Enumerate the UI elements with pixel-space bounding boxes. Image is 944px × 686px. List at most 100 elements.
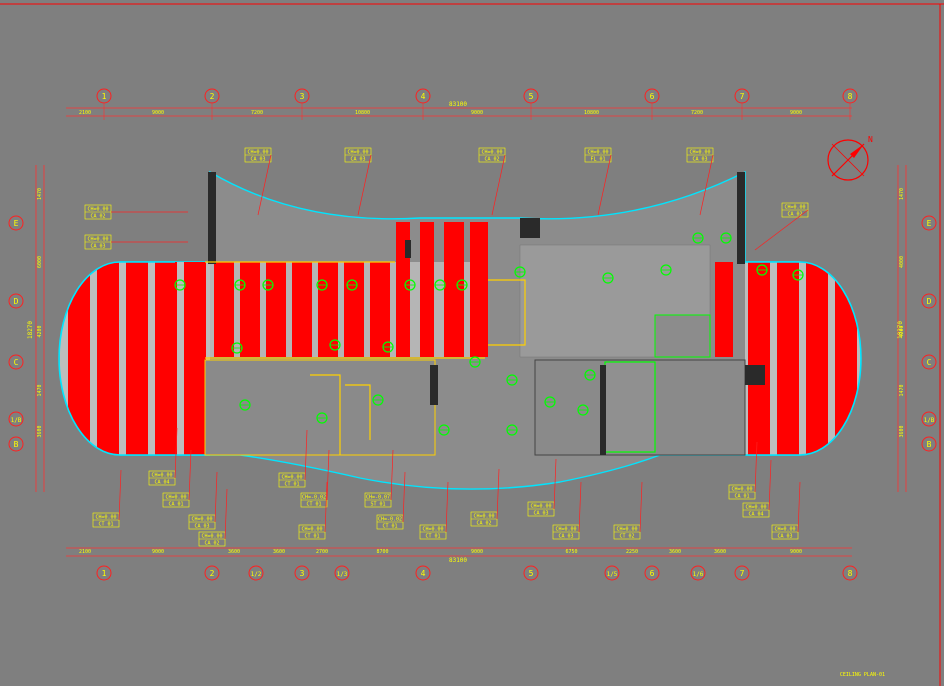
ceiling-height-tag: CH=0.00CA 03 (771, 481, 801, 540)
grid-bubble-bottom: 6 (644, 565, 660, 581)
grid-bubble-top: 5 (523, 88, 539, 104)
tag-code: CA 02 (484, 157, 499, 163)
grid-bubble-bottom: 7 (734, 565, 750, 581)
grid-label: 3 (300, 92, 305, 101)
grid-label: E (14, 219, 19, 228)
tag-code: CA 01 (734, 494, 749, 500)
grid-label: B (927, 440, 932, 449)
dim-left-text: 1470 (37, 188, 43, 200)
tag-height: CH=0.00 (555, 527, 576, 533)
grid-bubble-left: 1/B (8, 411, 24, 427)
tag-height: CH=0.00 (281, 475, 302, 481)
grid-label: 1 (102, 92, 107, 101)
tag-code: CA 02 (90, 214, 105, 220)
dim-bottom-text: 6750 (565, 549, 577, 555)
grid-bubble-right: D (921, 293, 937, 309)
grid-bubble-top: 8 (842, 88, 858, 104)
tag-height: CH=0.00 (87, 207, 108, 213)
grid-bubble-bottom: 8 (842, 565, 858, 581)
grid-bubble-bottom: 1/3 (334, 565, 350, 581)
grid-bubble-bottom: 1/2 (248, 565, 264, 581)
dim-top-text: 9000 (152, 110, 164, 116)
grid-label: 6 (650, 92, 655, 101)
dim-bottom-text: 3600 (669, 549, 681, 555)
tag-code: CA 02 (476, 521, 491, 527)
dim-bottom-text: 2100 (79, 549, 91, 555)
tag-code: CA 02 (204, 541, 219, 547)
grid-bubble-right: B (921, 436, 937, 452)
grid-bubble-top: 4 (415, 88, 431, 104)
ceiling-height-tag: CH=0.00FL 01 (584, 147, 612, 216)
tag-height: CH=-0.07 (366, 495, 390, 501)
grid-label: 3 (300, 569, 305, 578)
tag-height: CH=0.00 (689, 150, 710, 156)
tag-height: CH=0.00 (616, 527, 637, 533)
dim-left-text: 3600 (37, 425, 43, 437)
tag-code: CA 03 (250, 157, 265, 163)
tag-height: CH=-0.02 (302, 495, 326, 501)
overall-dimension-top: 83100 (449, 101, 467, 108)
dim-right-text: 1470 (899, 384, 905, 396)
dim-left-text: 6000 (37, 256, 43, 268)
tag-height: CH=0.00 (473, 514, 494, 520)
tag-height: CH=0.00 (151, 473, 172, 479)
tag-code: CA 04 (748, 512, 763, 518)
dim-right-text: 3600 (899, 425, 905, 437)
ceiling-height-tag: CH=0.00CA 03 (84, 234, 188, 250)
ceiling-height-tag: CH=0.00CA 02 (754, 202, 809, 251)
tag-code: CT 01 (98, 522, 113, 528)
dim-top-text: 2100 (79, 110, 91, 116)
ceiling-height-tag: CH=0.00CT 02 (613, 481, 643, 540)
dim-bottom-text: 2700 (316, 549, 328, 555)
overall-dimension-bottom: 83100 (449, 557, 467, 564)
ceiling-plan-drawing: 1 2 3 4 5 6 7 8 1 2 1/2 3 1/3 4 5 1/5 6 1/6 7 8 E D C 1/B B E D… (0, 3, 944, 686)
tag-height: CH=0.00 (201, 534, 222, 540)
grid-label: 5 (529, 569, 534, 578)
stair-room (654, 314, 711, 358)
tag-height: CH=0.00 (191, 517, 212, 523)
green-room (604, 361, 656, 453)
grid-bubble-left: D (8, 293, 24, 309)
grid-label: 6 (650, 569, 655, 578)
dim-bottom-text: 3600 (714, 549, 726, 555)
dim-top-text: 9000 (790, 110, 802, 116)
right-lobe-ceiling-stripes (745, 262, 861, 455)
tag-code: CA 03 (777, 534, 792, 540)
dim-bottom-text: 2250 (626, 549, 638, 555)
grid-label: 1/B (11, 417, 22, 424)
grid-label: 1/5 (607, 571, 618, 578)
grid-bubble-right: 1/B (921, 411, 937, 427)
grid-label: C (927, 358, 932, 367)
ceiling-height-tag: CH=0.00CT 01 (92, 469, 122, 528)
grid-label: 8 (848, 569, 853, 578)
dim-bottom-text: 3600 (228, 549, 240, 555)
grid-bubbles-left: E D C 1/B B (8, 215, 24, 452)
grid-label: 4 (421, 569, 426, 578)
grid-bubble-bottom: 3 (294, 565, 310, 581)
grid-bubble-bottom: 2 (204, 565, 220, 581)
tag-height: CH=0.00 (745, 505, 766, 511)
tag-height: CH=0.00 (481, 150, 502, 156)
left-lobe-ceiling-stripes (60, 262, 210, 455)
tag-height: CH=0.00 (95, 515, 116, 521)
grid-label: E (927, 219, 932, 228)
tag-code: CT 01 (425, 534, 440, 540)
dim-right-total: 18270 (897, 321, 904, 339)
dim-top-text: 10800 (584, 110, 599, 116)
tag-code: CT 02 (619, 534, 634, 540)
lower-rooms-left (204, 359, 436, 456)
north-arrow: N (827, 135, 873, 181)
grid-label: 2 (210, 92, 215, 101)
grid-bubble-left: E (8, 215, 24, 231)
tag-height: CH=0.00 (301, 527, 322, 533)
dim-right-text: 1470 (899, 188, 905, 200)
grid-label: 2 (210, 569, 215, 578)
tag-code: CT 01 (304, 534, 319, 540)
grid-bubble-top: 2 (204, 88, 220, 104)
tag-height: CH=0.00 (165, 495, 186, 501)
tag-height: CH=0.00 (347, 150, 368, 156)
dim-top-text: 7200 (251, 110, 263, 116)
tag-code: CA 03 (194, 524, 209, 530)
grid-bubble-bottom: 4 (415, 565, 431, 581)
title-block-text: CEILING PLAN-01 (840, 672, 885, 678)
